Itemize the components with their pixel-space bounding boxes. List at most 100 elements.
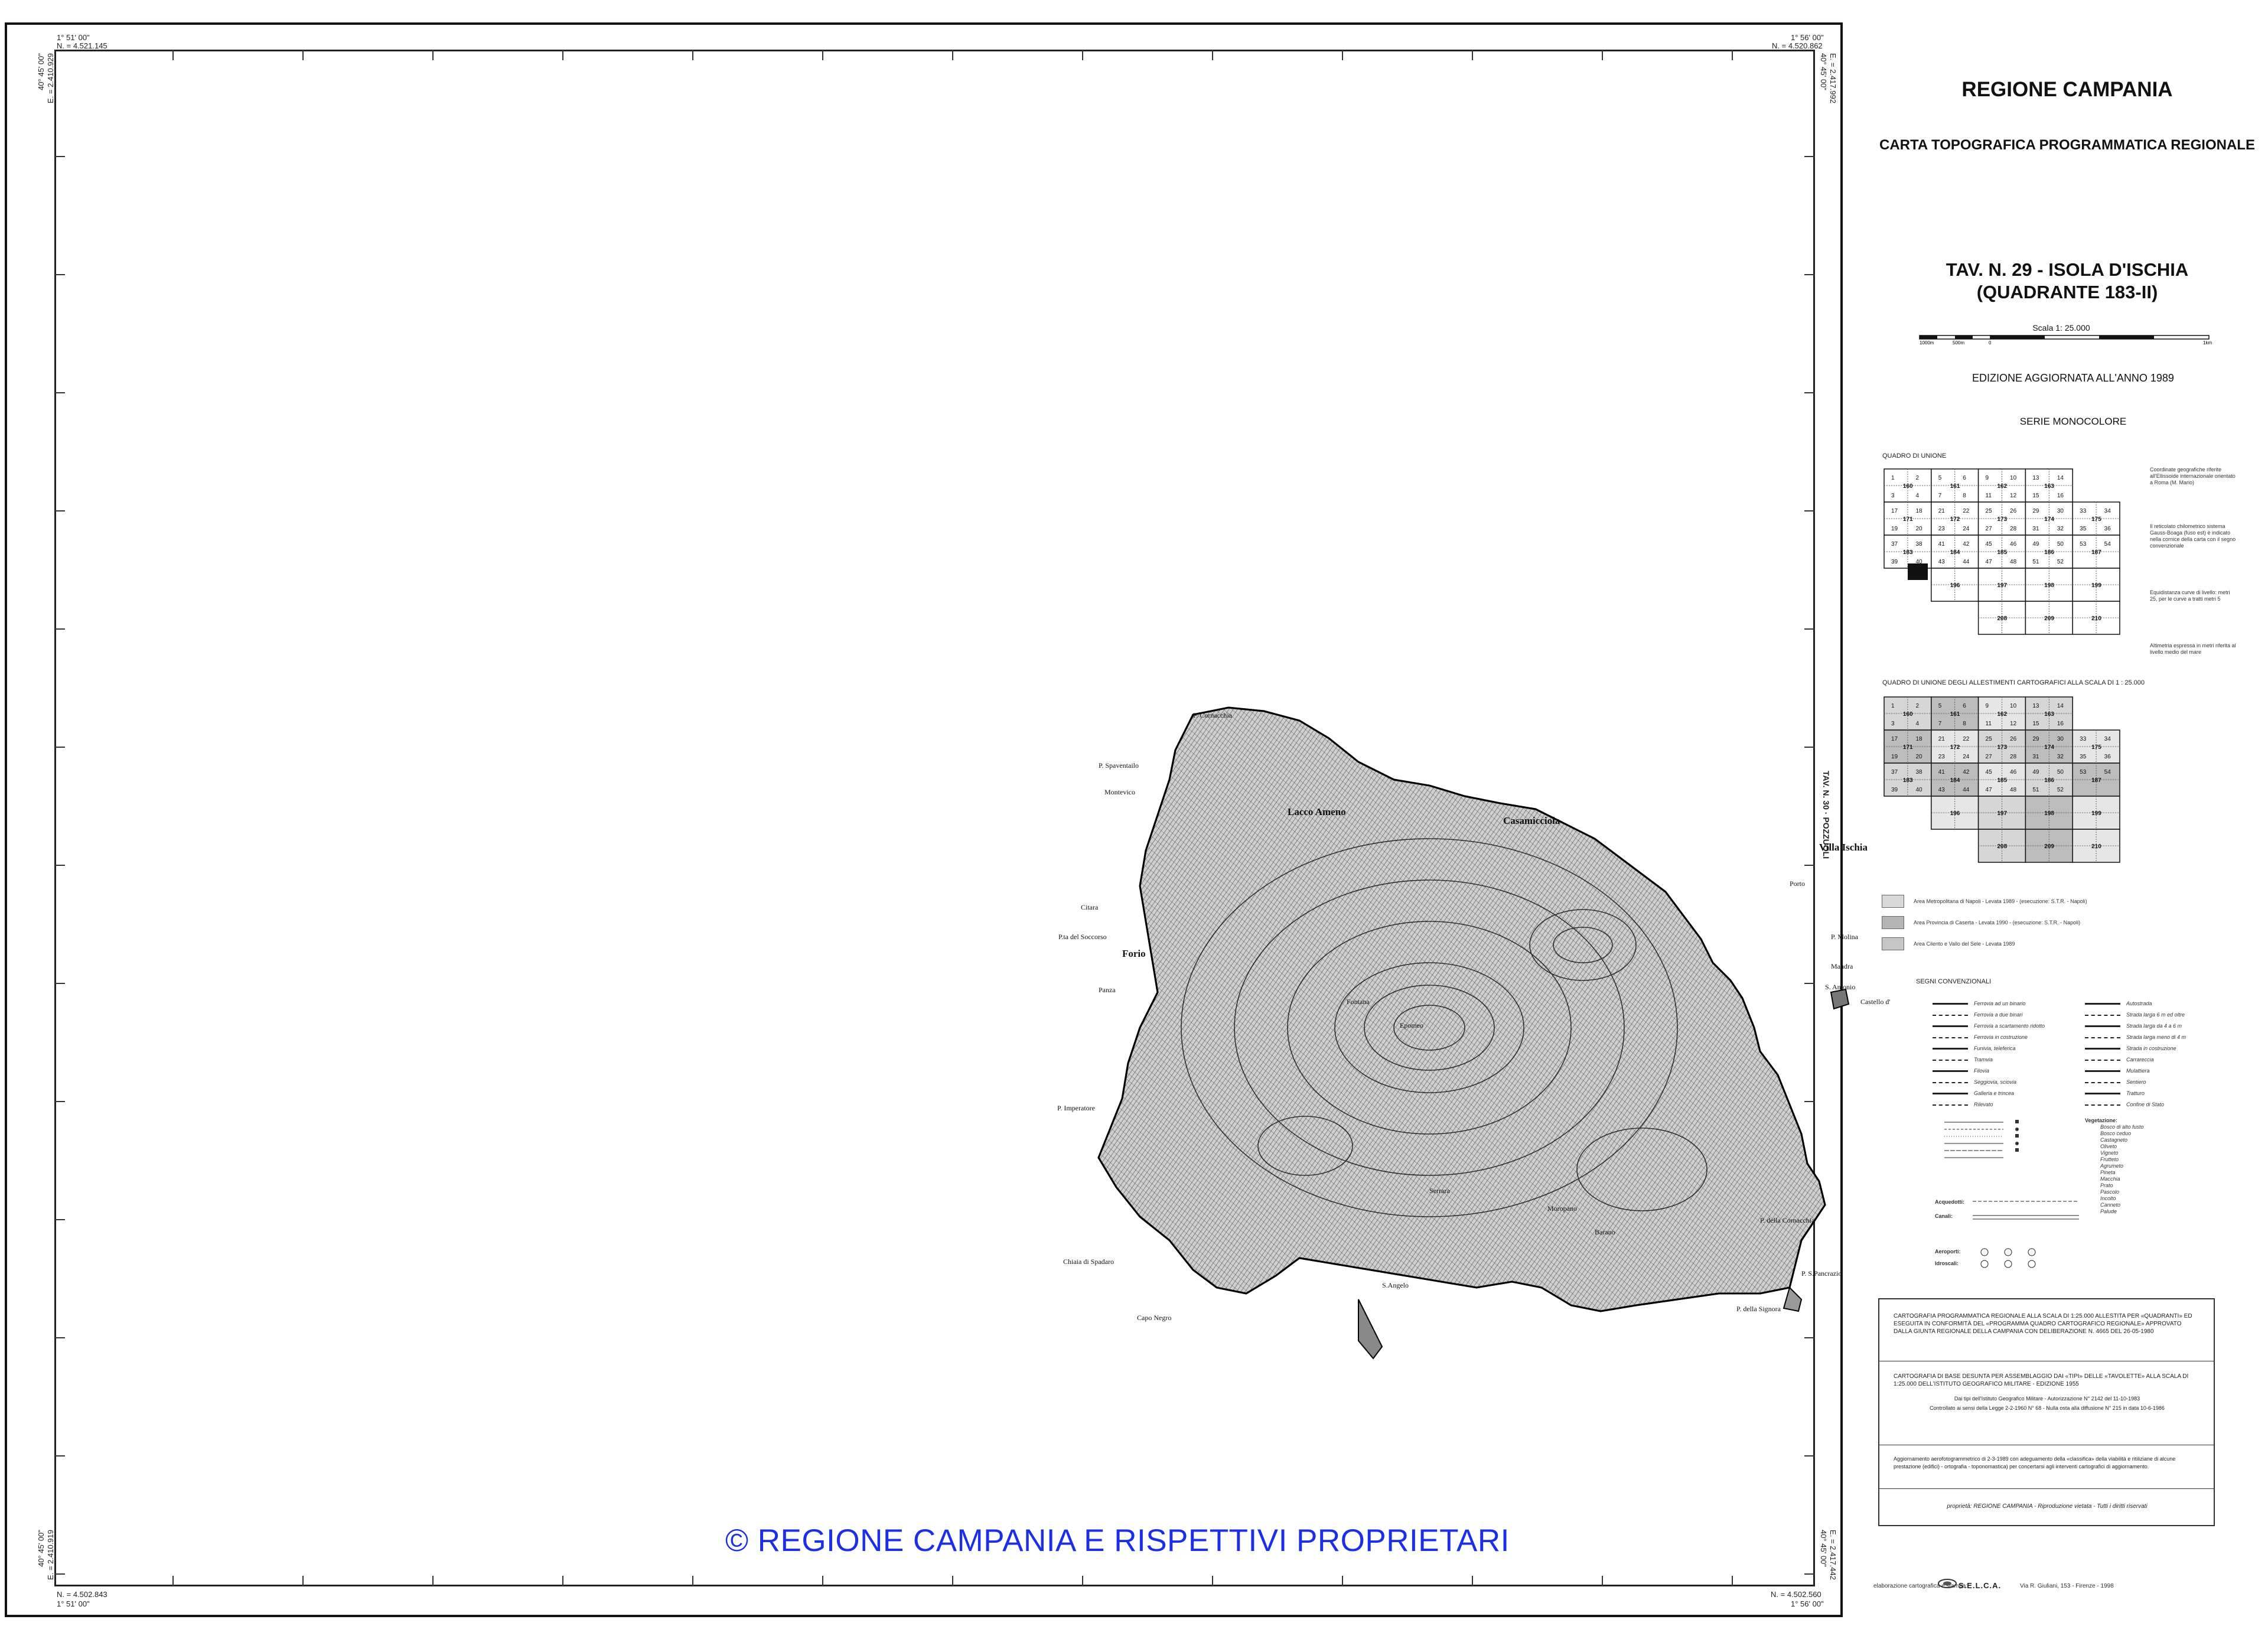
coord-bottom-right-lat: 40° 45' 00" — [1819, 1530, 1828, 1567]
coord-bottom-left-east: E. = 2.410.919 — [46, 1530, 55, 1580]
legend-symbol-line — [2085, 1104, 2120, 1106]
grid-cell-number: 16 — [2057, 721, 2064, 727]
grid-sheet-number: 210 — [2091, 615, 2101, 622]
coord-top-left-east: E. = 2.410.929 — [46, 53, 55, 103]
vegetation-list: Bosco di alto fusto Bosco ceduo Castagneto… — [2085, 1124, 2233, 1215]
grid-cell-number: 1 — [1891, 703, 1895, 709]
info-programma: CARTOGRAFIA PROGRAMMATICA REGIONALE ALLA… — [1894, 1313, 2192, 1335]
grid-cell-number: 52 — [2057, 787, 2064, 793]
aeroporti-label: Aeroporti: — [1935, 1249, 1961, 1254]
info-aggiornamento: Aggiornamento aerofotogrammetrico di 2-3… — [1894, 1456, 2176, 1469]
info-box: CARTOGRAFIA PROGRAMMATICA REGIONALE ALLA… — [1878, 1298, 2215, 1526]
grid-sheet-number: 198 — [2044, 582, 2054, 589]
legend-symbol-line — [1933, 1048, 1968, 1050]
grid-cell-number: 21 — [1938, 508, 1946, 514]
grid-cell-number: 16 — [2057, 493, 2064, 499]
grid-sheet-number: 175 — [2091, 516, 2101, 523]
frame-tick — [822, 50, 823, 60]
selca-name: S.E.L.C.A. — [1959, 1581, 2002, 1590]
legend-symbol-line — [2085, 1059, 2120, 1061]
grid-cell-number: 37 — [1891, 769, 1898, 775]
grid-sheet-number: 185 — [1997, 777, 2008, 784]
legend-symbol-label: Mulattiera — [2126, 1068, 2150, 1074]
legend-symbol-row: Strada larga 6 m ed oltre — [2085, 1009, 2233, 1021]
legend-symbol-line — [1933, 1025, 1968, 1027]
sheet-title-line2: (QUADRANTE 183-II) — [1976, 282, 2158, 302]
grid-cell-number: 30 — [2057, 508, 2064, 514]
grid-cell-number: 43 — [1938, 559, 1946, 565]
grid-cell-number: 20 — [1915, 754, 1922, 760]
grid-sheet-number: 160 — [1903, 711, 1913, 718]
legend-symbol-label: Ferrovia a due binari — [1974, 1012, 2023, 1018]
grid-cell-number: 14 — [2057, 703, 2064, 709]
grid-sheet-number: 196 — [1950, 810, 1960, 817]
legend-symbol-row: Ferrovia in costruzione — [1933, 1032, 2074, 1043]
place-label: Forio — [1122, 948, 1146, 959]
grid-cell-number: 50 — [2057, 769, 2064, 775]
coord-top-left-lat: 40° 45' 00" — [37, 53, 45, 90]
grid-cell-number: 18 — [1915, 736, 1922, 742]
grid-cell-number: 34 — [2104, 508, 2111, 514]
allestimenti-grid: 1601 23 41615 67 81629 1011 1216313 1415 1617117… — [1884, 696, 2120, 863]
legend-symbol-row: Tramvia — [1933, 1054, 2074, 1065]
legend-symbol-line — [2085, 1025, 2120, 1027]
grid-cell-number: 4 — [1915, 721, 1919, 727]
grid-sheet-number: 173 — [1997, 744, 2008, 751]
key-swatch-dark — [1882, 937, 1904, 950]
frame-tick — [1732, 50, 1733, 60]
legend-symbol-line — [1933, 1014, 1968, 1016]
series-title: CARTA TOPOGRAFICA PROGRAMMATICA REGIONAL… — [1879, 137, 2255, 153]
grid-cell-number: 33 — [2080, 508, 2087, 514]
frame-tick — [54, 628, 65, 630]
place-label: P. Imperatore — [1057, 1104, 1095, 1112]
grid-cell-number: 14 — [2057, 475, 2064, 481]
grid-cell-number: 26 — [2010, 508, 2017, 514]
legend-symbol-row: Ferrovia ad un binario — [1933, 998, 2074, 1009]
grid-sheet-number: 171 — [1903, 744, 1913, 751]
coord-bottom-right-east: E. = 2.417.442 — [1829, 1530, 1837, 1580]
frame-tick — [952, 1576, 953, 1586]
grid-cell-number: 9 — [1986, 475, 1989, 481]
frame-tick — [1342, 50, 1343, 60]
key-swatch-light — [1882, 895, 1904, 908]
vegetation-item: Incolto — [2100, 1195, 2116, 1201]
legend-symbol-line — [2085, 1093, 2120, 1094]
legend-symbol-label: Autostrada — [2126, 1001, 2152, 1006]
frame-tick — [54, 1573, 65, 1575]
grid-cell-number: 9 — [1986, 703, 1989, 709]
place-label: Montevico — [1104, 788, 1135, 796]
frame-tick — [692, 1576, 693, 1586]
frame-tick — [1804, 628, 1815, 630]
frame-tick — [1082, 1576, 1083, 1586]
place-label: S. Antonio — [1825, 983, 1855, 991]
grid-sheet-number: 162 — [1997, 483, 2008, 490]
grid-cell-number: 39 — [1891, 559, 1898, 565]
acquedotti-label: Acquedotti: — [1935, 1199, 1964, 1205]
copyright-watermark: © REGIONE CAMPANIA E RISPETTIVI PROPRIET… — [725, 1523, 1510, 1558]
legend-symbol-line — [1933, 1093, 1968, 1094]
frame-tick — [562, 1576, 563, 1586]
grid-cell-number: 26 — [2010, 736, 2017, 742]
frame-tick — [1342, 1576, 1343, 1586]
frame-tick — [172, 1576, 174, 1586]
grid-sheet-number: 184 — [1950, 549, 1960, 556]
place-label: S.Angelo — [1382, 1281, 1409, 1289]
grid-sheet-number: 173 — [1997, 516, 2008, 523]
grid-cell-number: 38 — [1915, 541, 1922, 548]
info-controllato: Controllato ai sensi della Legge 2-2-196… — [1930, 1405, 2165, 1411]
allestimenti-key: Area Metropolitana di Napoli - Levata 19… — [1882, 891, 2212, 954]
edition-label: EDIZIONE AGGIORNATA ALL'ANNO 1989 — [1972, 372, 2174, 384]
place-label: Fontana — [1347, 998, 1370, 1006]
grid-cell-number: 3 — [1891, 493, 1895, 499]
grid-cell-number: 43 — [1938, 787, 1946, 793]
vegetation-item: Pineta — [2100, 1169, 2116, 1175]
grid-sheet-number: 187 — [2091, 777, 2101, 784]
grid-cell-number: 49 — [2032, 769, 2039, 775]
frame-tick — [952, 50, 953, 60]
place-label: Barano — [1595, 1228, 1615, 1236]
frame-tick — [1472, 1576, 1473, 1586]
grid-cell-number: 24 — [1963, 754, 1970, 760]
frame-tick — [1212, 50, 1213, 60]
grid-sheet-number: 208 — [1997, 843, 2008, 850]
frame-tick — [302, 1576, 304, 1586]
